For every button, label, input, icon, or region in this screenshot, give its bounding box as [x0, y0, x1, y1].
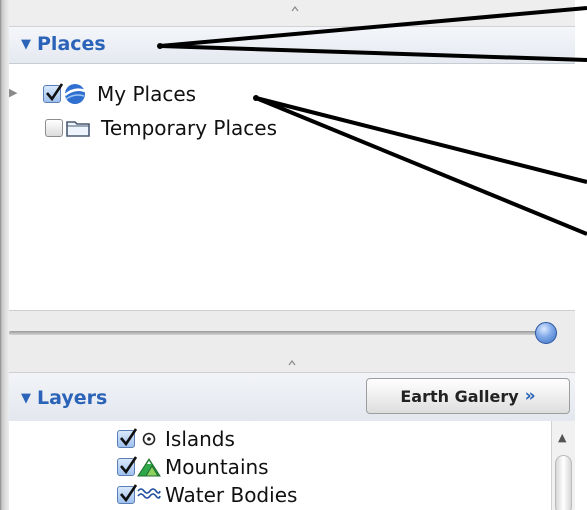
layer-item-islands[interactable]: Islands [117, 427, 235, 451]
places-tree: ▶ My Places Temporary Places [9, 64, 575, 310]
checkmark-icon [120, 428, 137, 447]
layers-tree: Islands Mountains Water Bodies ▲ [9, 421, 575, 510]
places-title[interactable]: ▼ Places [21, 33, 106, 55]
islands-label: Islands [165, 427, 235, 451]
mountain-icon [137, 458, 161, 477]
temporary-places-checkbox[interactable] [45, 119, 63, 137]
slider-track[interactable] [9, 331, 557, 335]
tree-item-my-places[interactable]: ▶ My Places [9, 76, 196, 112]
top-resize-grip[interactable] [9, 0, 575, 27]
disclosure-triangle-icon[interactable]: ▶ [9, 86, 17, 99]
tree-item-temporary-places[interactable]: Temporary Places [9, 110, 277, 146]
window-right-edge [575, 60, 587, 510]
google-earth-globe-icon [64, 84, 86, 104]
checkmark-icon [46, 83, 63, 102]
water-bodies-label: Water Bodies [165, 483, 298, 507]
temporary-places-label: Temporary Places [101, 116, 278, 140]
layers-panel-header[interactable]: ▼ Layers Earth Gallery » [9, 372, 575, 422]
layer-item-mountains[interactable]: Mountains [117, 455, 269, 479]
island-target-icon [142, 432, 156, 446]
folder-icon [66, 121, 90, 137]
window-left-edge [0, 0, 9, 510]
layer-item-water-bodies[interactable]: Water Bodies [117, 483, 297, 507]
transparency-slider[interactable] [9, 310, 575, 359]
layers-title[interactable]: ▼ Layers [21, 387, 107, 409]
my-places-label: My Places [97, 82, 197, 106]
slider-thumb[interactable] [535, 322, 557, 344]
layers-scrollbar[interactable]: ▲ [551, 421, 575, 510]
checkmark-icon [120, 484, 137, 503]
water-waves-icon [137, 488, 161, 499]
water-bodies-checkbox[interactable] [117, 484, 137, 504]
mountains-label: Mountains [165, 455, 269, 479]
expand-triangle-icon[interactable]: ▼ [21, 37, 31, 52]
grip-caret-icon [288, 360, 296, 366]
scroll-thumb[interactable] [555, 455, 572, 510]
mountains-checkbox[interactable] [117, 456, 137, 476]
earth-gallery-button[interactable]: Earth Gallery » [366, 378, 570, 414]
islands-checkbox[interactable] [117, 428, 137, 448]
places-panel-header[interactable]: ▼ Places [9, 27, 575, 64]
middle-resize-grip[interactable] [9, 358, 575, 372]
earth-gallery-label: Earth Gallery [400, 386, 519, 406]
double-chevron-right-icon: » [524, 386, 536, 406]
checkmark-icon [120, 456, 137, 475]
my-places-checkbox[interactable] [43, 83, 63, 103]
scroll-up-arrow-icon[interactable]: ▲ [558, 431, 566, 444]
expand-triangle-icon[interactable]: ▼ [21, 391, 31, 406]
grip-caret-icon [291, 6, 299, 12]
